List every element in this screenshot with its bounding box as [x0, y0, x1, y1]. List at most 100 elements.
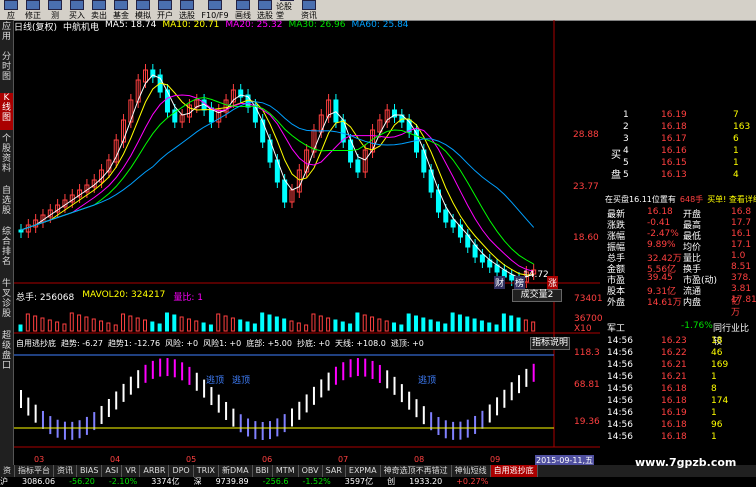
- volume-bar: [179, 316, 184, 332]
- volume-bar: [443, 323, 448, 332]
- indicator-tab[interactable]: SAR: [323, 465, 346, 477]
- marker-zhang[interactable]: 涨: [547, 276, 559, 289]
- candle-body: [18, 229, 24, 233]
- indicator-tab[interactable]: 新DMA: [219, 465, 253, 477]
- indicator-tab[interactable]: MTM: [273, 465, 299, 477]
- industry-name: 军工: [607, 324, 626, 334]
- sidebar-item-7[interactable]: 超 级 盘 口: [0, 331, 13, 379]
- candle-body: [260, 119, 266, 143]
- indicator-help-button[interactable]: 指标说明: [530, 337, 570, 350]
- sidebar-item-3[interactable]: 个 股 资 料: [0, 134, 13, 182]
- volume-bar: [421, 317, 426, 332]
- toolbar-button-12[interactable]: 论股堂: [276, 0, 298, 20]
- toolbar-button-0[interactable]: 应: [0, 0, 22, 20]
- indicator-tab[interactable]: 神仙短线: [452, 465, 491, 477]
- escape-tag: 逃顶: [232, 376, 251, 386]
- toolbar-button-label: F10/F9: [201, 11, 229, 20]
- sidebar-item-label: 综 合 排 名: [1, 227, 11, 267]
- indicator-tab[interactable]: 资讯: [54, 465, 77, 477]
- order-book-row: 2 16.18 163: [605, 122, 756, 133]
- marker-bang[interactable]: 榜: [514, 276, 526, 289]
- sidebar-item-1[interactable]: 分 时 图: [0, 52, 13, 89]
- toolbar-button-6[interactable]: 模拟: [132, 0, 154, 20]
- stat-value2: 378.: [731, 273, 752, 283]
- tick-time: 14:56: [607, 384, 633, 394]
- indicator-tab[interactable]: 神奇选顶不再错过: [381, 465, 452, 477]
- sidebar-item-4[interactable]: 自 选 股: [0, 186, 13, 223]
- order-detail-link[interactable]: 买单! 查看详细: [707, 195, 756, 204]
- tick-price: 16.21: [661, 372, 687, 382]
- order-book-row: 5 16.13 4: [605, 170, 756, 181]
- toolbar-button-7[interactable]: 开户: [154, 0, 176, 20]
- price-axis-label: 18.60: [573, 233, 599, 243]
- indicator-tab[interactable]: OBV: [299, 465, 323, 477]
- escape-tag: 逃顶: [206, 376, 225, 386]
- date-axis-label: 06: [262, 455, 273, 464]
- order-level: 5: [623, 158, 629, 168]
- toolbar-button-label: 修正: [25, 11, 41, 20]
- toolbar-button-label: 买入: [69, 11, 85, 20]
- toolbar-button-label: 开户: [157, 11, 173, 20]
- date-axis-label: 04: [110, 455, 121, 464]
- toolbar-button-8[interactable]: 选股: [176, 0, 198, 20]
- stat-row: 金额 5.56亿 换手 8.51: [605, 262, 756, 275]
- indicator-tab[interactable]: 自用逃抄底: [490, 465, 538, 477]
- order-price: 16.16: [661, 146, 687, 156]
- toolbar-button-9[interactable]: F10/F9: [198, 0, 232, 20]
- volume-bar: [18, 324, 23, 332]
- toolbar-button-11[interactable]: 选股: [254, 0, 276, 20]
- volume-bar: [318, 315, 323, 332]
- tick-row: 14:56 16.18 1: [605, 432, 756, 443]
- tick-row: 14:56 16.21 1: [605, 372, 756, 383]
- sidebar-item-5[interactable]: 综 合 排 名: [0, 227, 13, 275]
- volume-switch-button[interactable]: 成交量2: [512, 289, 562, 302]
- toolbar-button-2[interactable]: 测: [44, 0, 66, 20]
- kline-chart[interactable]: [14, 20, 600, 465]
- candle-body: [450, 219, 456, 228]
- volume-bar: [340, 321, 345, 332]
- sidebar-item-2[interactable]: K 线 图: [0, 93, 13, 130]
- order-level: 5: [623, 170, 629, 180]
- volume-axis-label: X10: [574, 324, 592, 334]
- indicator-tab[interactable]: BIAS: [77, 465, 103, 477]
- candle-body: [479, 254, 485, 263]
- indicator-tab[interactable]: 资: [0, 465, 15, 477]
- order-hint[interactable]: 在买盘16.11位置有 648手 买单! 查看详细: [605, 194, 756, 205]
- toolbar-button-13[interactable]: 资讯: [298, 0, 320, 20]
- indicator-tab[interactable]: TRIX: [194, 465, 220, 477]
- marker-cai[interactable]: 财: [494, 276, 506, 289]
- toolbar-button-10[interactable]: 画线: [232, 0, 254, 20]
- tick-price: 16.21: [661, 360, 687, 370]
- volume-bar: [121, 313, 126, 332]
- tick-volume: 1: [711, 372, 717, 382]
- indicator-chaodi: 抄底: +0: [296, 339, 331, 348]
- volume-bar: [487, 322, 492, 332]
- volume-ratio: 量比: 1: [173, 293, 204, 303]
- tick-volume: 1: [711, 408, 717, 418]
- escape-tag: 逃顶: [418, 376, 437, 386]
- volume-bar: [413, 315, 418, 332]
- toolbar-button-3[interactable]: 买入: [66, 0, 88, 20]
- toolbar-button-5[interactable]: 基金: [110, 0, 132, 20]
- toolbar-button-1[interactable]: 修正: [22, 0, 44, 20]
- indicator-tab[interactable]: VR: [122, 465, 141, 477]
- account-icon: [158, 0, 172, 10]
- status-item: 沪: [0, 477, 8, 486]
- toolbar-button-4[interactable]: 卖出: [88, 0, 110, 20]
- tick-time: 14:56: [607, 372, 633, 382]
- stat-value2: 8.51: [731, 262, 752, 272]
- indicator-tab[interactable]: BBI: [253, 465, 273, 477]
- industry-change: -1.76%: [681, 321, 713, 331]
- indicator-tab[interactable]: DPO: [169, 465, 194, 477]
- indicator-tab[interactable]: ARBR: [140, 465, 170, 477]
- order-price: 16.15: [661, 158, 687, 168]
- indicator-name[interactable]: 自用逃抄底: [16, 338, 56, 349]
- sidebar-item-0[interactable]: 应 用: [0, 22, 13, 48]
- forum-icon: [280, 0, 294, 1]
- tick-row: 14:56 16.19 1: [605, 408, 756, 419]
- sidebar-item-6[interactable]: 牛 叉 诊 股: [0, 279, 13, 327]
- indicator-tab[interactable]: 指标平台: [15, 465, 54, 477]
- volume-bar: [150, 321, 155, 332]
- indicator-tab[interactable]: EXPMA: [346, 465, 381, 477]
- indicator-tab[interactable]: ASI: [102, 465, 123, 477]
